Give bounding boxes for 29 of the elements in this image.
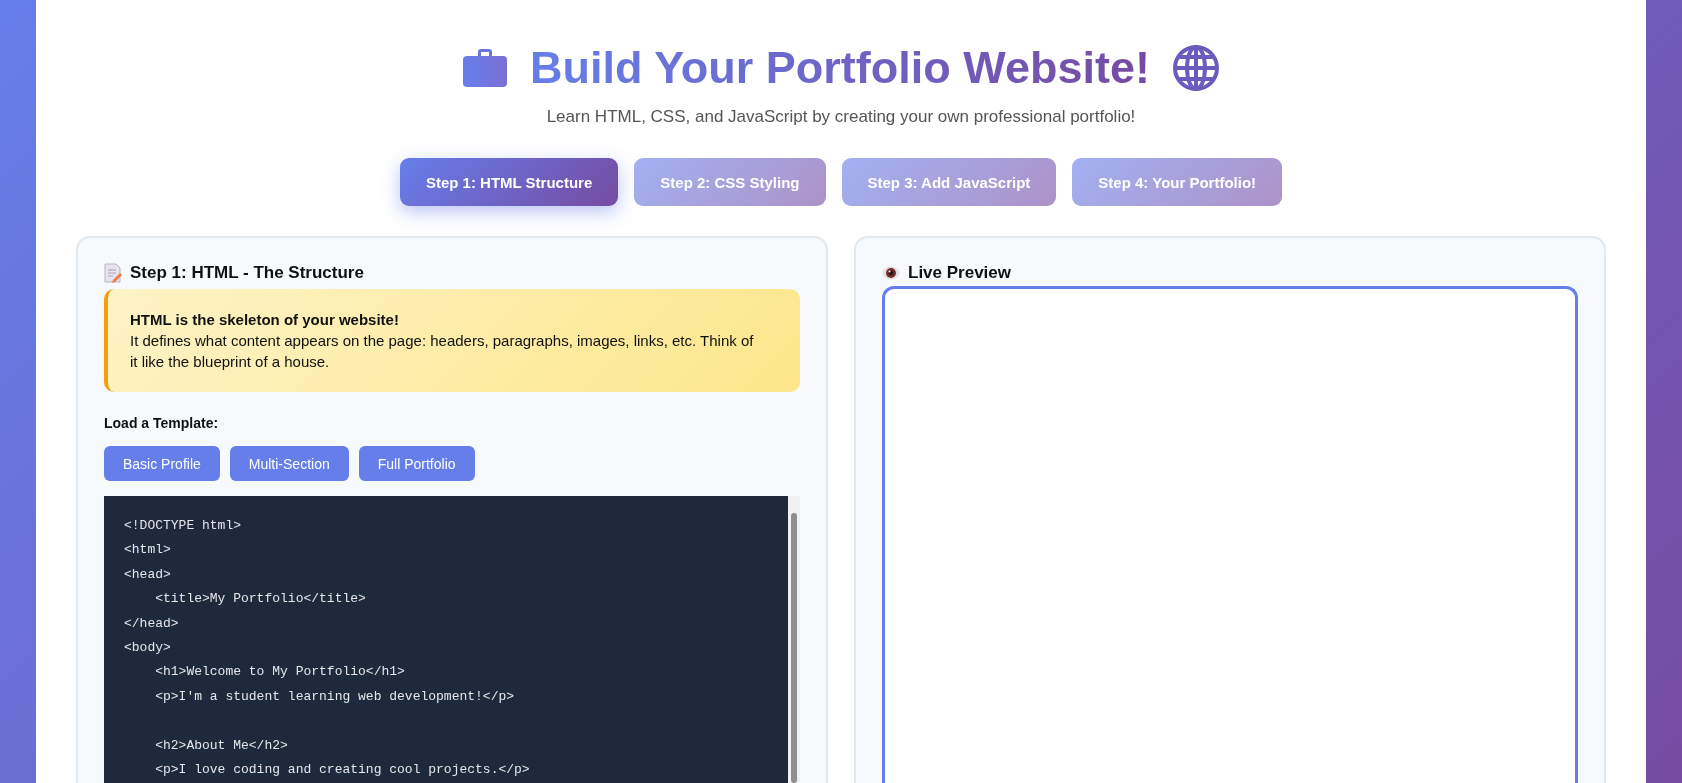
code-line: </head>	[124, 614, 179, 633]
info-title: HTML is the skeleton of your website!	[130, 310, 400, 330]
template-label: Load a Template:	[104, 415, 220, 431]
briefcase-icon	[462, 48, 508, 88]
memo-icon	[104, 263, 122, 283]
scrollbar[interactable]	[788, 496, 800, 783]
code-line: <title>My Portfolio</title>	[154, 590, 366, 609]
code-line: <p>I'm a student learning web development!</p>	[154, 687, 515, 706]
page-subtitle: Learn HTML, CSS, and JavaScript by creating your own professional portfolio!	[545, 106, 1137, 128]
step-tab[interactable]: Step 4: Your Portfolio!	[1072, 158, 1283, 206]
code-line: <head>	[124, 565, 171, 584]
globe-icon	[1172, 44, 1220, 92]
code-line: <h2>About Me</h2>	[154, 736, 288, 755]
code-line: <body>	[124, 638, 171, 657]
code-editor[interactable]	[104, 496, 800, 783]
panel-heading: Step 1: HTML - The Structure	[130, 263, 364, 283]
code-line: <!DOCTYPE html>	[124, 517, 242, 535]
step-tab[interactable]: Step 1: HTML Structure	[399, 158, 619, 206]
info-text: It defines what content appears on the page: headers, paragraphs, images, links, etc. Think of it like the blueprint of a house.	[130, 331, 755, 372]
template-button[interactable]: Multi-Section	[229, 446, 349, 481]
code-line: <p>I love coding and creating cool projects.</p>	[154, 760, 530, 779]
template-button[interactable]: Full Portfolio	[358, 446, 475, 481]
code-line: <html>	[124, 541, 171, 560]
step-tab[interactable]: Step 3: Add JavaScript	[841, 158, 1057, 206]
panel-heading: Live Preview	[908, 263, 1011, 283]
step-tab[interactable]: Step 2: CSS Styling	[634, 158, 826, 206]
template-button[interactable]: Basic Profile	[104, 446, 220, 481]
code-line: <h1>Welcome to My Portfolio</h1>	[154, 663, 405, 682]
eye-icon	[882, 266, 900, 280]
